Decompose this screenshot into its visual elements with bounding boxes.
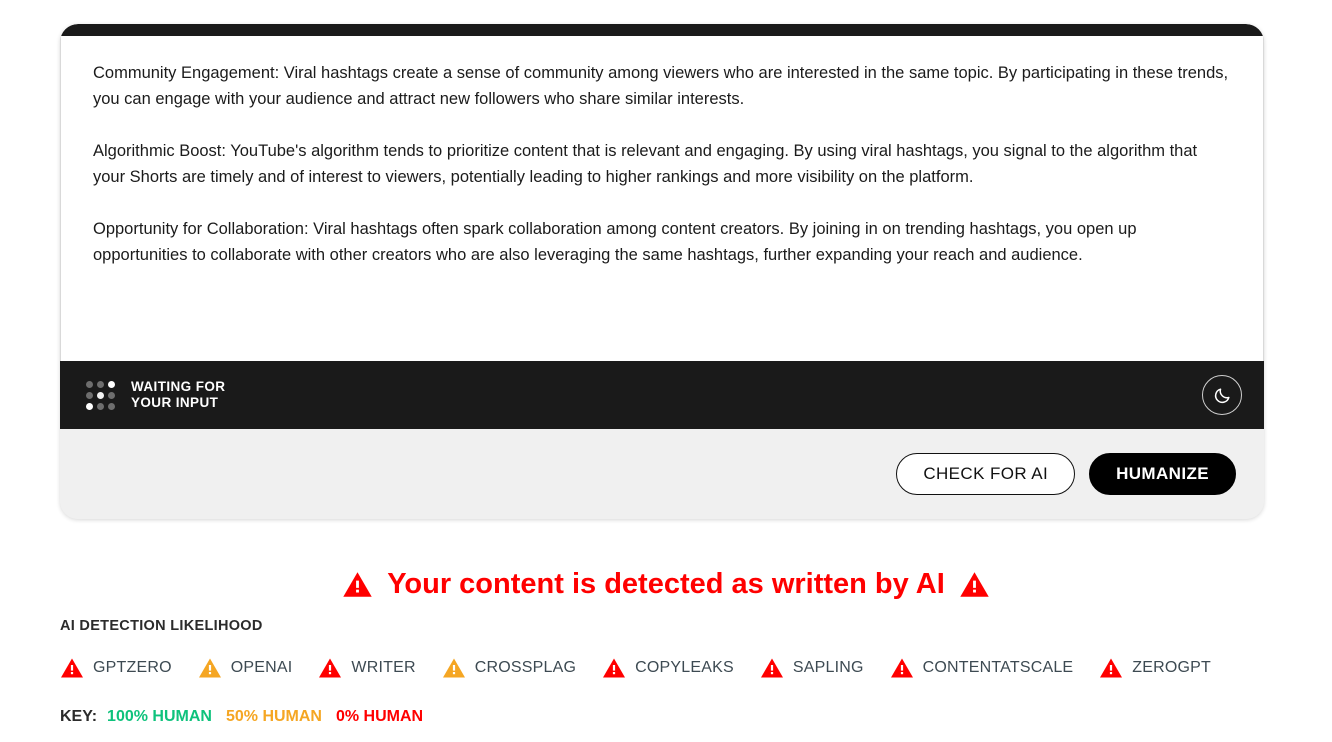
detector-item-openai[interactable]: OPENAI: [198, 656, 293, 680]
legend-item: 0% HUMAN: [335, 708, 424, 725]
warning-triangle-icon: [890, 658, 913, 678]
detector-item-crossplag[interactable]: CROSSPLAG: [442, 656, 576, 680]
status-message: WAITING FOR YOUR INPUT: [131, 379, 225, 411]
warning-triangle-icon: [760, 658, 783, 678]
legend-label: KEY:: [60, 708, 98, 725]
document-text-area[interactable]: Community Engagement: Viral hashtags cre…: [60, 36, 1264, 361]
theme-toggle-button[interactable]: [1202, 375, 1242, 415]
detector-name: COPYLEAKS: [635, 659, 734, 676]
status-line-2: YOUR INPUT: [131, 395, 219, 410]
detector-item-gptzero[interactable]: GPTZERO: [60, 656, 172, 680]
detector-name: ZEROGPT: [1132, 659, 1212, 676]
legend-key: KEY: 100% HUMAN 50% HUMAN 0% HUMAN: [60, 708, 1280, 726]
detector-item-sapling[interactable]: SAPLING: [760, 656, 864, 680]
detector-item-zerogpt[interactable]: ZEROGPT: [1099, 656, 1211, 680]
editor-frame: Community Engagement: Viral hashtags cre…: [60, 24, 1264, 361]
legend-item: 50% HUMAN: [225, 708, 322, 725]
warning-triangle-icon: [442, 658, 465, 678]
warning-triangle-icon: [960, 572, 989, 597]
document-paragraph: Algorithmic Boost: YouTube's algorithm t…: [93, 142, 1198, 186]
detector-name: CONTENTATSCALE: [922, 659, 1074, 676]
warning-triangle-icon: [603, 658, 626, 678]
detector-name: WRITER: [351, 659, 416, 676]
warning-triangle-icon: [1100, 658, 1123, 678]
legend-item: 100% HUMAN: [107, 708, 212, 725]
check-for-ai-button[interactable]: CHECK FOR AI: [896, 453, 1076, 495]
detector-item-writer[interactable]: WRITER: [318, 656, 416, 680]
document-paragraph: Opportunity for Collaboration: Viral has…: [93, 220, 1137, 264]
editor-card: Community Engagement: Viral hashtags cre…: [60, 24, 1264, 519]
status-line-1: WAITING FOR: [131, 379, 226, 394]
ai-detection-section: AI DETECTION LIKELIHOOD GPTZERO OPENAI WRI…: [60, 618, 1280, 726]
nine-dot-grid-icon: [86, 380, 115, 410]
legend-items: 100% HUMAN 50% HUMAN 0% HUMAN: [107, 708, 437, 726]
humanize-button[interactable]: HUMANIZE: [1089, 453, 1236, 495]
verdict-banner: Your content is detected as written by A…: [0, 568, 1332, 601]
warning-triangle-icon: [343, 572, 372, 597]
detector-name: CROSSPLAG: [474, 659, 577, 676]
detector-name: GPTZERO: [93, 659, 172, 676]
verdict-text: Your content is detected as written by A…: [387, 568, 945, 600]
document-paragraph: Community Engagement: Viral hashtags cre…: [93, 64, 1229, 108]
warning-triangle-icon: [319, 658, 342, 678]
status-left-group: WAITING FOR YOUR INPUT: [86, 379, 225, 411]
detector-name: SAPLING: [792, 659, 864, 676]
detector-name: OPENAI: [230, 659, 293, 676]
detector-list: GPTZERO OPENAI WRITER CROSSPLAG COPYLEAKS SAP…: [60, 656, 1280, 680]
detection-section-label: AI DETECTION LIKELIHOOD: [60, 618, 263, 634]
detector-item-contentatscale[interactable]: CONTENTATSCALE: [890, 656, 1074, 680]
editor-status-bar: WAITING FOR YOUR INPUT: [60, 361, 1264, 429]
warning-triangle-icon: [198, 658, 221, 678]
warning-triangle-icon: [61, 658, 83, 678]
moon-icon: [1214, 387, 1230, 403]
page-root: Community Engagement: Viral hashtags cre…: [0, 0, 1332, 742]
detector-item-copyleaks[interactable]: COPYLEAKS: [602, 656, 734, 680]
editor-action-bar: CHECK FOR AI HUMANIZE: [60, 429, 1264, 519]
